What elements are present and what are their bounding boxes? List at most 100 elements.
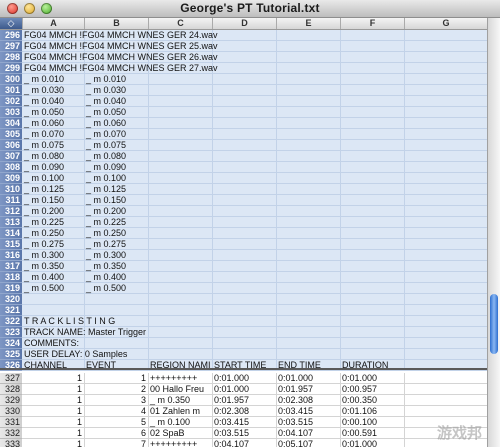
cell-d[interactable]: 0:01.000 xyxy=(214,373,249,384)
row-number[interactable]: 329 xyxy=(0,395,22,406)
row-number[interactable]: 318 xyxy=(0,272,22,283)
row-number[interactable]: 315 xyxy=(0,239,22,250)
cell-d[interactable]: 0:02.308 xyxy=(214,406,249,417)
cell-e[interactable]: 0:03.515 xyxy=(278,417,313,428)
cell-c[interactable]: 02 SpaB xyxy=(150,428,185,439)
vertical-scrollbar[interactable] xyxy=(487,18,500,447)
cell-b[interactable]: _ m 0.125 xyxy=(86,184,126,195)
cell-a[interactable]: T R A C K L I S T I N G xyxy=(24,316,115,327)
cell-b[interactable]: _ m 0.080 xyxy=(86,151,126,162)
column-header-d[interactable]: D xyxy=(212,18,276,29)
column-header-e[interactable]: E xyxy=(276,18,340,29)
column-header-c[interactable]: C xyxy=(148,18,212,29)
cell-b[interactable]: 7 xyxy=(86,439,146,447)
select-all-corner-icon[interactable]: ◇ xyxy=(0,18,22,29)
row-number[interactable]: 314 xyxy=(0,228,22,239)
cell-b[interactable]: _ m 0.050 xyxy=(86,107,126,118)
cell-a[interactable]: FG04 MMCH !FG04 MMCH WNES GER 27.wav xyxy=(24,63,218,74)
cell-a[interactable]: _ m 0.070 xyxy=(24,129,64,140)
row-number[interactable]: 304 xyxy=(0,118,22,129)
row-number[interactable]: 316 xyxy=(0,250,22,261)
cell-b[interactable]: _ m 0.075 xyxy=(86,140,126,151)
row-number[interactable]: 310 xyxy=(0,184,22,195)
cell-b[interactable]: _ m 0.150 xyxy=(86,195,126,206)
cell-a[interactable]: _ m 0.125 xyxy=(24,184,64,195)
cell-e[interactable]: 0:03.415 xyxy=(278,406,313,417)
cell-b[interactable]: _ m 0.030 xyxy=(86,85,126,96)
cell-f[interactable]: 0:00.350 xyxy=(342,395,377,406)
cell-a[interactable]: 1 xyxy=(24,406,82,417)
cell-a[interactable]: 1 xyxy=(24,373,82,384)
cell-e[interactable]: 0:04.107 xyxy=(278,428,313,439)
cell-a[interactable]: _ m 0.100 xyxy=(24,173,64,184)
cell-a[interactable]: _ m 0.050 xyxy=(24,107,64,118)
row-number[interactable]: 331 xyxy=(0,417,22,428)
cell-b[interactable]: 4 xyxy=(86,406,146,417)
cell-b[interactable]: 1 xyxy=(86,373,146,384)
row-number[interactable]: 311 xyxy=(0,195,22,206)
cell-a[interactable]: _ m 0.200 xyxy=(24,206,64,217)
cell-c[interactable]: 00 Hallo Freu xyxy=(150,384,204,395)
row-number[interactable]: 332 xyxy=(0,428,22,439)
cell-a[interactable]: 1 xyxy=(24,439,82,447)
row-number[interactable]: 303 xyxy=(0,107,22,118)
cell-a[interactable]: FG04 MMCH !FG04 MMCH WNES GER 24.wav xyxy=(24,30,218,41)
spreadsheet-grid[interactable]: 296 FG04 MMCH !FG04 MMCH WNES GER 24.wav 2… xyxy=(0,30,487,447)
cell-a[interactable]: TRACK NAME: Master Trigger xyxy=(24,327,146,338)
cell-b[interactable]: _ m 0.090 xyxy=(86,162,126,173)
row-number[interactable]: 305 xyxy=(0,129,22,140)
row-number[interactable]: 319 xyxy=(0,283,22,294)
cell-f[interactable]: 0:00.957 xyxy=(342,384,377,395)
cell-b[interactable]: 5 xyxy=(86,417,146,428)
cell-a[interactable]: _ m 0.040 xyxy=(24,96,64,107)
cell-b[interactable]: _ m 0.350 xyxy=(86,261,126,272)
cell-a[interactable]: USER DELAY: 0 Samples xyxy=(24,349,127,360)
row-number[interactable]: 306 xyxy=(0,140,22,151)
row-number[interactable]: 312 xyxy=(0,206,22,217)
cell-e[interactable]: 0:05.107 xyxy=(278,439,313,447)
cell-a[interactable]: _ m 0.080 xyxy=(24,151,64,162)
row-number[interactable]: 301 xyxy=(0,85,22,96)
cell-e[interactable]: 0:02.308 xyxy=(278,395,313,406)
cell-a[interactable]: FG04 MMCH !FG04 MMCH WNES GER 25.wav xyxy=(24,41,218,52)
row-number[interactable]: 328 xyxy=(0,384,22,395)
row-number[interactable]: 321 xyxy=(0,305,22,316)
cell-f[interactable]: 0:00.100 xyxy=(342,417,377,428)
cell-a[interactable]: _ m 0.350 xyxy=(24,261,64,272)
row-number[interactable]: 327 xyxy=(0,373,22,384)
row-number[interactable]: 333 xyxy=(0,439,22,447)
row-number[interactable]: 323 xyxy=(0,327,22,338)
cell-a[interactable]: _ m 0.030 xyxy=(24,85,64,96)
cell-b[interactable]: _ m 0.275 xyxy=(86,239,126,250)
cell-b[interactable]: 3 xyxy=(86,395,146,406)
cell-d[interactable]: 0:03.415 xyxy=(214,417,249,428)
cell-a[interactable]: COMMENTS: xyxy=(24,338,79,349)
column-header-b[interactable]: B xyxy=(84,18,148,29)
row-number[interactable]: 302 xyxy=(0,96,22,107)
row-number[interactable]: 298 xyxy=(0,52,22,63)
cell-d[interactable]: 0:01.957 xyxy=(214,395,249,406)
cell-b[interactable]: 2 xyxy=(86,384,146,395)
cell-b[interactable]: _ m 0.400 xyxy=(86,272,126,283)
row-number[interactable]: 299 xyxy=(0,63,22,74)
row-number[interactable]: 297 xyxy=(0,41,22,52)
cell-b[interactable]: 6 xyxy=(86,428,146,439)
frozen-pane-divider[interactable] xyxy=(0,368,487,370)
cell-e[interactable]: 0:01.957 xyxy=(278,384,313,395)
cell-a[interactable]: 1 xyxy=(24,428,82,439)
column-header-a[interactable]: A xyxy=(22,18,84,29)
cell-a[interactable]: _ m 0.150 xyxy=(24,195,64,206)
cell-f[interactable]: 0:01.106 xyxy=(342,406,377,417)
column-header-f[interactable]: F xyxy=(340,18,404,29)
cell-a[interactable]: 1 xyxy=(24,395,82,406)
cell-f[interactable]: 0:01.000 xyxy=(342,439,377,447)
row-number[interactable]: 313 xyxy=(0,217,22,228)
row-number[interactable]: 300 xyxy=(0,74,22,85)
cell-a[interactable]: _ m 0.400 xyxy=(24,272,64,283)
row-number[interactable]: 320 xyxy=(0,294,22,305)
column-header-g[interactable]: G xyxy=(404,18,487,29)
cell-a[interactable]: _ m 0.090 xyxy=(24,162,64,173)
row-number[interactable]: 330 xyxy=(0,406,22,417)
row-number[interactable]: 307 xyxy=(0,151,22,162)
cell-d[interactable]: 0:01.000 xyxy=(214,384,249,395)
